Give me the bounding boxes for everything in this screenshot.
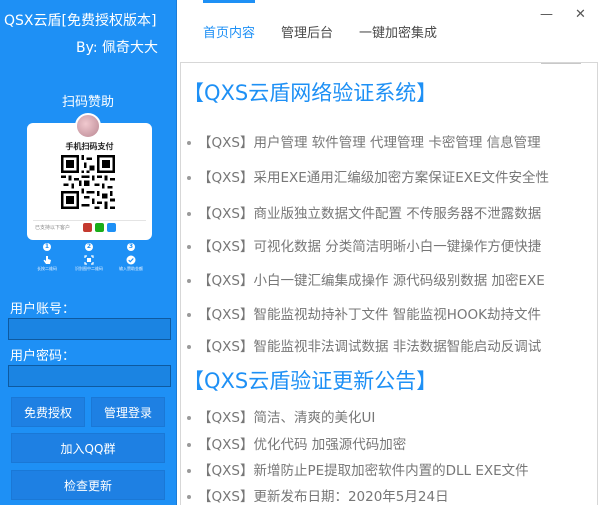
wechat-pay-icon: [95, 223, 104, 232]
update-item: 【QXS】优化代码 加强源代码加密: [187, 433, 406, 453]
author-label: By: 佩奇大大: [76, 40, 159, 56]
step-3: 3 输入赞助金额: [111, 243, 151, 272]
avatar: [75, 113, 101, 139]
panel-divider: [176, 0, 177, 505]
close-button[interactable]: ✕: [575, 8, 586, 22]
qr-caption: 手机扫码支付: [65, 142, 114, 151]
feature-item: 【QXS】用户管理 软件管理 代理管理 卡密管理 信息管理: [187, 131, 541, 151]
feature-item: 【QXS】智能监视非法调试数据 非法数据智能启动反调试: [187, 335, 541, 355]
donate-title: 扫码赞助: [61, 95, 114, 110]
check-circle-icon: [126, 255, 136, 265]
step-label: 长按二维码: [37, 266, 57, 271]
step-2: 2 识别图中二维码: [69, 243, 109, 272]
hand-tap-icon: [43, 256, 51, 264]
account-input[interactable]: [8, 318, 171, 340]
bullet-icon: [187, 176, 191, 180]
bullet-icon: [187, 443, 191, 447]
step-label: 识别图中二维码: [75, 266, 103, 271]
password-input[interactable]: [8, 365, 171, 387]
account-label: 用户账号：: [10, 302, 76, 317]
bank-icon: [83, 223, 92, 232]
step-label: 输入赞助金额: [119, 266, 143, 271]
bullet-icon: [187, 141, 191, 145]
free-auth-button[interactable]: 免费授权: [11, 397, 85, 427]
update-item: 【QXS】新增防止PE提取加密软件内置的DLL EXE文件: [187, 459, 529, 479]
update-item: 【QXS】简洁、清爽的美化UI: [187, 406, 375, 426]
join-qq-button[interactable]: 加入QQ群: [11, 433, 165, 463]
admin-login-button[interactable]: 管理登录: [91, 397, 165, 427]
minimize-button[interactable]: —: [540, 8, 553, 22]
update-item: 【QXS】更新发布日期：2020年5月24日: [187, 485, 449, 505]
bullet-icon: [187, 245, 191, 249]
update-heading: 【QXS云盾验证更新公告】: [183, 369, 438, 393]
feature-item: 【QXS】采用EXE通用汇编级加密方案保证EXE文件安全性: [187, 166, 549, 186]
step-number: 2: [85, 243, 93, 251]
password-label: 用户密码：: [10, 349, 76, 364]
scroll-indicator: [541, 63, 581, 64]
step-number: 1: [43, 243, 51, 251]
feature-item: 【QXS】智能监视劫持补丁文件 智能监视HOOK劫持文件: [187, 303, 541, 323]
bullet-icon: [187, 495, 191, 499]
bullet-icon: [187, 469, 191, 473]
step-number: 3: [127, 243, 135, 251]
active-tab-indicator: [203, 0, 255, 3]
feature-item: 【QXS】可视化数据 分类简洁明晰小白一键操作方便快捷: [187, 235, 541, 255]
qr-divider: [33, 220, 146, 221]
home-content: 【QXS云盾网络验证系统】 【QXS】用户管理 软件管理 代理管理 卡密管理 信…: [180, 62, 598, 505]
left-panel: QSX云盾[免费授权版本] By: 佩奇大大 扫码赞助 手机扫码支付 已支持以下…: [0, 0, 176, 505]
qr-code-icon: [61, 155, 115, 209]
tab-admin[interactable]: 管理后台: [281, 22, 333, 41]
feature-item: 【QXS】商业版独立数据文件配置 不传服务器不泄露数据: [187, 202, 541, 222]
donate-steps: 1 长按二维码 2 识别图中二维码 3 输入赞助金额: [27, 243, 152, 279]
scan-icon: [84, 255, 94, 265]
app-title: QSX云盾[免费授权版本]: [4, 13, 157, 29]
tab-encrypt[interactable]: 一键加密集成: [359, 22, 437, 41]
tab-home[interactable]: 首页内容: [203, 22, 255, 41]
alipay-icon: [107, 223, 116, 232]
donate-qr-card: 手机扫码支付 已支持以下客户: [27, 113, 152, 240]
qr-footnote: 已支持以下客户: [35, 225, 71, 231]
feature-item: 【QXS】小白一键汇编集成操作 源代码级别数据 加密EXE: [187, 269, 545, 289]
check-update-button[interactable]: 检查更新: [11, 470, 165, 500]
bullet-icon: [187, 313, 191, 317]
step-1: 1 长按二维码: [27, 243, 67, 272]
system-heading: 【QXS云盾网络验证系统】: [183, 81, 438, 105]
bullet-icon: [187, 416, 191, 420]
bullet-icon: [187, 279, 191, 283]
bullet-icon: [187, 345, 191, 349]
bullet-icon: [187, 212, 191, 216]
